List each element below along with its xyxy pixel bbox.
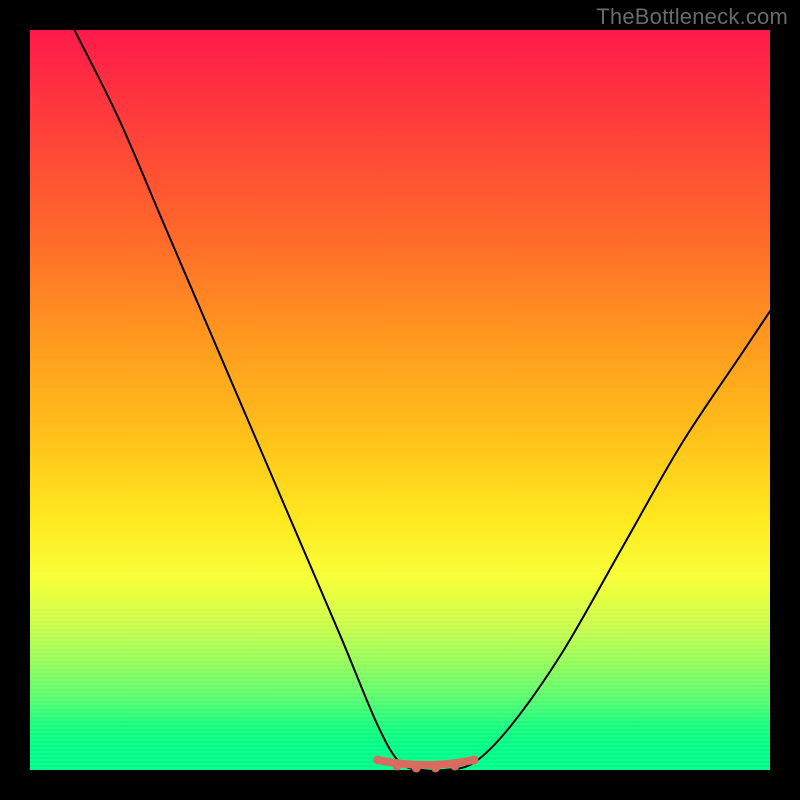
curve-svg (30, 30, 770, 770)
plot-area (30, 30, 770, 770)
trough-dot (470, 756, 479, 765)
trough-highlight-line (378, 760, 474, 765)
trough-dot (373, 756, 382, 765)
trough-dot (393, 762, 402, 771)
trough-dot (431, 764, 440, 773)
trough-dot (450, 762, 459, 771)
watermark-text: TheBottleneck.com (596, 4, 788, 30)
bottleneck-curve-line (74, 30, 770, 771)
chart-stage: TheBottleneck.com (0, 0, 800, 800)
trough-dot (412, 764, 421, 773)
